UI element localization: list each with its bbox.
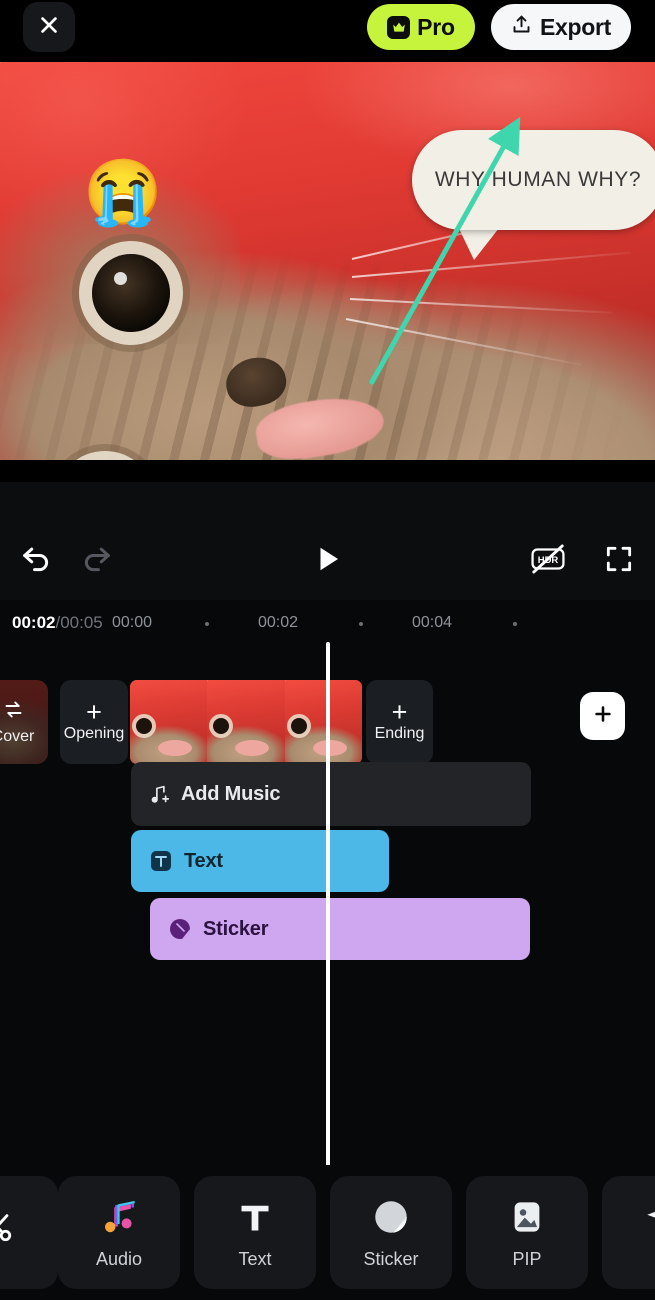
- plus-icon: +: [86, 696, 102, 727]
- undo-icon: [19, 542, 53, 581]
- tool-text[interactable]: Text: [194, 1176, 316, 1289]
- current-time-display: 00:02/00:05: [12, 613, 103, 633]
- current-time-value: 00:02: [12, 613, 56, 632]
- crying-emoji-sticker[interactable]: 😭: [83, 160, 163, 224]
- ruler-tick-dot: [513, 622, 517, 626]
- tool-label: Text: [238, 1248, 272, 1269]
- playback-control-bar: HDR: [0, 482, 655, 600]
- ruler-tick-label: 00:04: [412, 614, 453, 631]
- playhead[interactable]: [326, 642, 330, 1165]
- play-icon: [313, 544, 343, 579]
- cover-chip[interactable]: Cover: [0, 680, 48, 764]
- sticker-icon: [168, 917, 192, 941]
- fullscreen-button[interactable]: [595, 537, 643, 585]
- top-bar: Pro Export: [0, 0, 655, 62]
- effects-sparkle-icon: [645, 1196, 655, 1238]
- clip-thumbnail: [284, 680, 362, 764]
- sticker-icon: [373, 1196, 409, 1238]
- opening-label: Opening: [63, 724, 125, 742]
- text-t-icon: [149, 849, 173, 873]
- tool-effects[interactable]: Ef: [602, 1176, 655, 1289]
- tool-audio[interactable]: Audio: [58, 1176, 180, 1289]
- tool-label: Audio: [95, 1248, 143, 1269]
- ending-chip[interactable]: + Ending: [366, 680, 433, 764]
- picture-in-picture-icon: [509, 1196, 545, 1238]
- pro-label: Pro: [417, 13, 455, 40]
- bottom-toolbar[interactable]: Audio Text Sticker PIP: [0, 1165, 655, 1300]
- ruler-tick-label: 00:00: [112, 614, 153, 631]
- redo-button[interactable]: [73, 537, 121, 585]
- pro-upgrade-button[interactable]: Pro: [367, 4, 475, 50]
- cover-label: Cover: [0, 727, 35, 745]
- opening-chip[interactable]: + Opening: [60, 680, 128, 764]
- plus-icon: +: [391, 696, 408, 727]
- ending-label: Ending: [374, 724, 425, 742]
- tool-edit[interactable]: [0, 1176, 58, 1289]
- clip-thumbnail: [130, 680, 208, 764]
- hdr-toggle-button[interactable]: HDR: [524, 537, 572, 585]
- track-sticker[interactable]: Sticker: [150, 898, 530, 960]
- play-button[interactable]: [304, 537, 352, 585]
- export-label: Export: [539, 13, 612, 40]
- video-frame: 😭 WHY HUMAN WHY?: [0, 62, 655, 460]
- add-clip-button[interactable]: [580, 692, 625, 740]
- timeline-panel[interactable]: 00:00 00:02 00:04 00:02/00:05 Cover: [0, 600, 655, 1165]
- redo-icon: [80, 542, 114, 581]
- tool-pip[interactable]: PIP: [466, 1176, 588, 1289]
- music-note-plus-icon: [149, 784, 170, 805]
- track-label: Text: [184, 849, 223, 872]
- speech-bubble-sticker[interactable]: WHY HUMAN WHY?: [412, 130, 655, 230]
- plus-icon: [592, 703, 614, 730]
- track-add-music[interactable]: Add Music: [131, 762, 531, 826]
- speech-bubble-text: WHY HUMAN WHY?: [434, 168, 642, 191]
- total-duration-value: 00:05: [60, 613, 103, 632]
- fullscreen-icon: [603, 543, 635, 580]
- ruler-tick-dot: [359, 622, 363, 626]
- cat-eye-upper: [92, 254, 170, 332]
- hdr-off-icon: HDR: [529, 543, 567, 580]
- track-text[interactable]: Text: [131, 830, 389, 892]
- tool-label: PIP: [512, 1248, 542, 1269]
- video-editor-app: Pro Export 😭 WHY HUMAN WHY? HDR 00:00 00…: [0, 0, 655, 1300]
- export-button[interactable]: Export: [491, 4, 631, 50]
- ruler-tick-label: 00:02: [258, 614, 299, 631]
- upload-icon: [511, 14, 532, 40]
- crown-icon: [387, 15, 411, 39]
- tool-sticker[interactable]: Sticker: [330, 1176, 452, 1289]
- clip-thumbnail: [207, 680, 285, 764]
- video-preview[interactable]: 😭 WHY HUMAN WHY?: [0, 62, 655, 482]
- close-icon: [38, 14, 60, 41]
- track-label: Add Music: [181, 782, 281, 805]
- track-label: Sticker: [203, 917, 269, 940]
- music-note-icon: [100, 1196, 138, 1238]
- edit-scissors-icon: [0, 1206, 14, 1248]
- undo-button[interactable]: [12, 537, 60, 585]
- tool-label: Sticker: [363, 1248, 419, 1269]
- ruler-tick-dot: [205, 622, 209, 626]
- text-t-icon: [237, 1196, 273, 1238]
- close-button[interactable]: [23, 2, 75, 52]
- swap-icon: [3, 699, 24, 725]
